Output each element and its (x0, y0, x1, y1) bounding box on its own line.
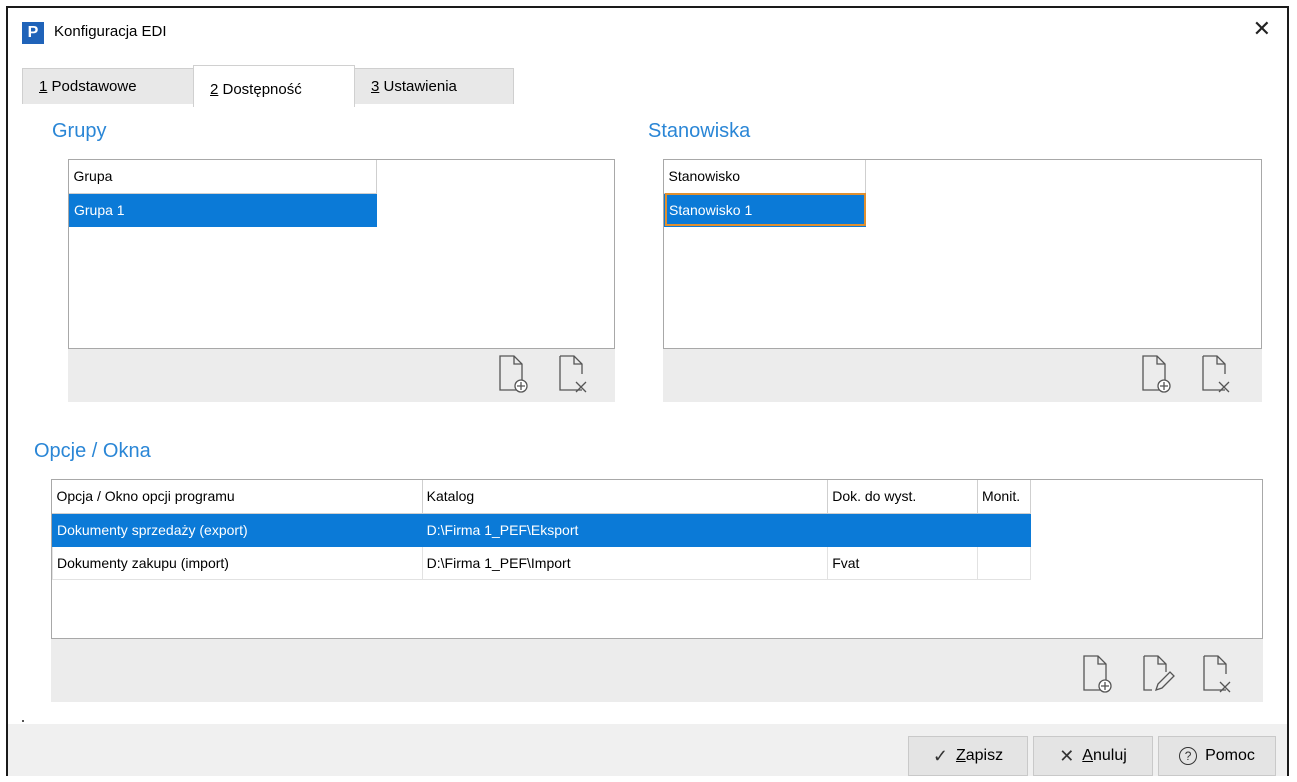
table-row[interactable]: Dokumenty sprzedaży (export) D:\Firma 1_… (52, 512, 1032, 547)
tab-label: Ustawienia (379, 78, 457, 95)
tab-label: Dostępność (218, 81, 302, 98)
edit-document-icon[interactable] (1138, 652, 1176, 696)
cell-directory: D:\Firma 1_PEF\Import (421, 545, 829, 580)
tab-podstawowe[interactable]: 1 Podstawowe (22, 68, 194, 104)
help-button[interactable]: ? Pomoc (1158, 736, 1276, 776)
close-icon[interactable]: ✕ (1253, 18, 1271, 40)
dialog-window: P Konfiguracja EDI ✕ 1 Podstawowe 3 Usta… (6, 6, 1289, 776)
column-header-directory[interactable]: Katalog (422, 480, 829, 514)
cell-doc: Fvat (827, 545, 978, 580)
cancel-label: Anuluj (1082, 747, 1127, 764)
column-header-monit[interactable]: Monit. (977, 480, 1032, 514)
app-logo-icon: P (22, 22, 44, 44)
column-header-grupa[interactable]: Grupa (69, 160, 377, 194)
workstations-list[interactable]: Stanowisko Stanowisko 1 (663, 159, 1262, 349)
table-row[interactable]: Grupa 1 (69, 192, 377, 227)
tab-label: Podstawowe (47, 78, 137, 95)
cell-monit (976, 512, 1032, 547)
delete-document-icon[interactable] (554, 352, 592, 396)
groups-table: Grupa Grupa 1 (69, 160, 377, 227)
groups-toolbar (68, 349, 615, 402)
table-row[interactable]: Stanowisko 1 (664, 192, 866, 227)
add-document-icon[interactable] (1137, 352, 1175, 396)
save-button[interactable]: ✓ Zapisz (908, 736, 1028, 776)
tab-dostepnosc[interactable]: 2 Dostępność (193, 65, 355, 107)
add-document-icon[interactable] (1078, 652, 1116, 696)
workstations-title: Stanowiska (648, 120, 751, 142)
cancel-button[interactable]: ✕ Anuluj (1033, 736, 1153, 776)
stray-dot (22, 720, 24, 722)
column-header-option[interactable]: Opcja / Okno opcji programu (52, 480, 423, 514)
add-document-icon[interactable] (494, 352, 532, 396)
tab-bar: 1 Podstawowe 3 Ustawienia 2 Dostępność (22, 65, 514, 107)
help-label: Pomoc (1205, 747, 1255, 764)
options-table: Opcja / Okno opcji programu Katalog Dok.… (52, 480, 1032, 580)
cell-doc (827, 512, 978, 547)
checkmark-icon: ✓ (932, 745, 948, 766)
cell-directory: D:\Firma 1_PEF\Eksport (421, 512, 829, 547)
cell-monit (976, 545, 1032, 580)
groups-title: Grupy (52, 120, 107, 142)
options-title: Opcje / Okna (34, 440, 151, 462)
column-header-doc[interactable]: Dok. do wyst. (827, 480, 978, 514)
cell-option: Dokumenty sprzedaży (export) (52, 512, 423, 547)
close-icon: ✕ (1059, 745, 1075, 766)
tab-ustawienia[interactable]: 3 Ustawienia (354, 68, 514, 104)
workstations-table: Stanowisko Stanowisko 1 (664, 160, 866, 227)
column-header-stanowisko[interactable]: Stanowisko (664, 160, 866, 194)
groups-list[interactable]: Grupa Grupa 1 (68, 159, 615, 349)
table-row[interactable]: Dokumenty zakupu (import) D:\Firma 1_PEF… (52, 545, 1032, 580)
help-icon: ? (1179, 747, 1198, 765)
save-label: Zapisz (955, 747, 1004, 764)
cell-option: Dokumenty zakupu (import) (52, 545, 423, 580)
delete-document-icon[interactable] (1197, 352, 1235, 396)
delete-document-icon[interactable] (1198, 652, 1236, 696)
options-list[interactable]: Opcja / Okno opcji programu Katalog Dok.… (51, 479, 1263, 639)
window-title: Konfiguracja EDI (54, 23, 167, 40)
title-bar: P Konfiguracja EDI ✕ (8, 8, 1287, 52)
